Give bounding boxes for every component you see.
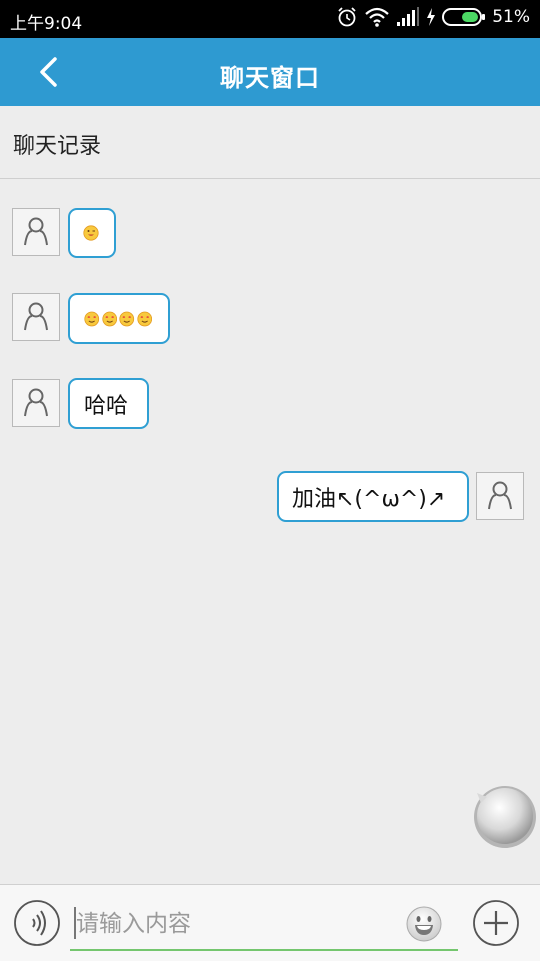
status-bar: 上午9:04 51% bbox=[0, 0, 540, 38]
message-input[interactable] bbox=[70, 899, 458, 951]
heart-eyes-emoji bbox=[84, 311, 100, 326]
status-icons: 51% bbox=[336, 6, 530, 28]
user-avatar-icon bbox=[488, 481, 512, 510]
emoji-icon[interactable] bbox=[405, 905, 443, 943]
message-bubble-other[interactable]: 哈哈 bbox=[68, 378, 149, 429]
avatar-other[interactable] bbox=[12, 208, 60, 256]
chat-bubble-icon[interactable] bbox=[471, 783, 537, 849]
battery-percent: 51% bbox=[492, 7, 530, 27]
header-bar: 聊天窗口 bbox=[0, 38, 540, 106]
signal-icon bbox=[397, 7, 420, 26]
input-bar bbox=[0, 884, 540, 961]
user-avatar-icon bbox=[24, 302, 48, 331]
charging-icon bbox=[427, 8, 436, 26]
alarm-icon bbox=[338, 7, 356, 27]
page-title: 聊天窗口 bbox=[220, 64, 320, 92]
text-cursor bbox=[74, 907, 76, 939]
chat-history-label: 聊天记录 bbox=[13, 134, 102, 159]
user-avatar-icon bbox=[24, 217, 48, 246]
tongue-wink-emoji bbox=[83, 225, 99, 241]
message-bubble-other[interactable] bbox=[68, 208, 116, 258]
message-text: 哈哈 bbox=[84, 393, 129, 419]
wifi-icon bbox=[365, 7, 389, 27]
chat-history-heading: 聊天记录 bbox=[0, 106, 540, 179]
heart-eyes-emoji bbox=[136, 311, 152, 326]
voice-icon[interactable] bbox=[13, 899, 61, 947]
message-text: 加油↖(^ω^)↗ bbox=[292, 486, 446, 512]
avatar-other[interactable] bbox=[12, 293, 60, 341]
message-bubble-self[interactable]: 加油↖(^ω^)↗ bbox=[277, 471, 469, 522]
heart-eyes-emoji bbox=[101, 311, 117, 326]
message-bubble-other[interactable] bbox=[68, 293, 170, 344]
plus-icon[interactable] bbox=[472, 899, 520, 947]
battery-icon bbox=[442, 8, 486, 26]
avatar-self[interactable] bbox=[476, 472, 524, 520]
avatar-other[interactable] bbox=[12, 379, 60, 427]
user-avatar-icon bbox=[24, 388, 48, 417]
status-time: 上午9:04 bbox=[10, 14, 83, 34]
heart-eyes-emoji bbox=[119, 311, 135, 326]
